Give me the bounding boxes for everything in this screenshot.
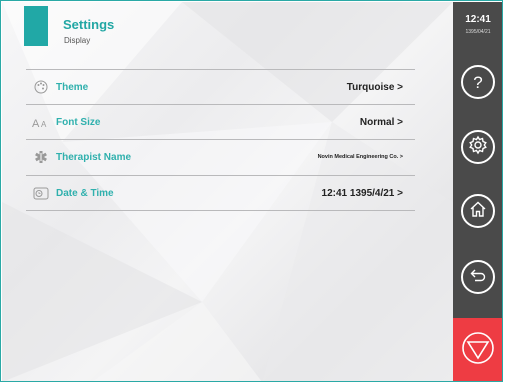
back-button[interactable] [461, 260, 495, 294]
setting-row-date-time[interactable]: Date & Time 12:41 1395/4/21 > [26, 175, 415, 211]
page-subtitle: Display [64, 36, 91, 45]
header-accent-bar [24, 6, 48, 46]
app-window: Settings Display Theme Turquoise > AA Fo… [0, 0, 503, 382]
setting-label: Font Size [56, 116, 101, 128]
settings-panel: Settings Display Theme Turquoise > AA Fo… [2, 2, 453, 381]
setting-value[interactable]: 12:41 1395/4/21 > [322, 188, 403, 199]
setting-value[interactable]: Novin Medical Engineering Co. > [318, 154, 403, 160]
question-icon: ? [473, 72, 483, 92]
svg-text:A: A [41, 120, 47, 128]
svg-text:A: A [32, 118, 40, 128]
setting-row-font-size[interactable]: AA Font Size Normal > [26, 104, 415, 139]
font-size-icon: AA [32, 113, 50, 131]
palette-icon [32, 78, 50, 96]
clock-date: 1395/04/21 [465, 29, 491, 35]
setting-row-therapist[interactable]: Therapist Name Novin Medical Engineering… [26, 139, 415, 174]
gear-icon [468, 135, 488, 160]
setting-label: Date & Time [56, 187, 114, 199]
setting-label: Therapist Name [56, 151, 132, 163]
setting-label: Theme [56, 81, 89, 93]
setting-value[interactable]: Turquoise > [347, 82, 403, 93]
medical-star-icon [32, 148, 50, 166]
home-button[interactable] [461, 194, 495, 228]
emergency-stop-button[interactable] [453, 318, 502, 381]
settings-button[interactable] [461, 130, 495, 164]
page-title: Settings [63, 17, 115, 32]
clock-icon [32, 184, 50, 202]
clock-time: 12:41 [465, 14, 491, 25]
home-icon [469, 200, 487, 223]
setting-row-theme[interactable]: Theme Turquoise > [26, 69, 415, 104]
help-button[interactable]: ? [461, 65, 495, 99]
setting-value[interactable]: Normal > [360, 117, 403, 128]
back-arrow-icon [469, 267, 487, 288]
stop-icon [461, 331, 495, 370]
